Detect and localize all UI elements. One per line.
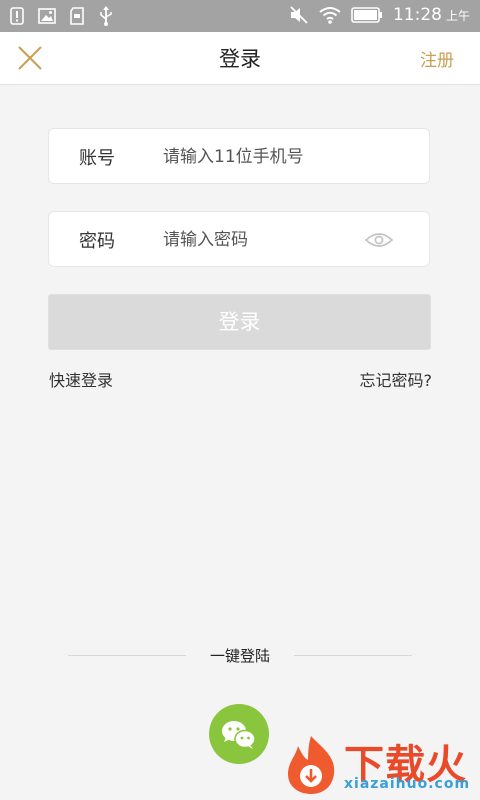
password-label: 密码 [79,231,115,252]
page-title: 登录 [219,47,261,71]
eye-icon[interactable] [365,232,393,248]
app-header: 登录 注册 [0,32,480,85]
status-bar-right: 11:28 上午 [289,5,470,25]
password-input[interactable] [161,222,365,258]
account-input[interactable] [161,139,365,175]
wechat-icon [222,721,256,749]
battery-icon [351,7,382,23]
flame-logo-icon [288,736,335,794]
register-link[interactable]: 注册 [420,46,454,71]
status-bar-left [10,6,114,26]
watermark: 下载火 xiazaihuo.com [282,734,478,796]
mute-icon [290,6,308,24]
watermark-url: xiazaihuo.com [344,776,471,792]
sim-alert-icon [10,7,24,25]
usb-icon [100,6,112,26]
account-field: 账号 [48,128,430,184]
forgot-password-link[interactable]: 忘记密码? [360,367,433,391]
one-key-login-label: 一键登陆 [209,647,270,665]
quick-login-link[interactable]: 快速登录 [49,367,113,391]
status-ampm: 上午 [445,8,470,23]
password-field: 密码 [48,211,430,267]
login-button[interactable]: 登录 [48,294,431,350]
wifi-icon [319,7,341,24]
status-time: 11:28 [392,5,442,25]
status-bar: 11:28 上午 [0,0,480,32]
sd-card-icon [70,7,84,25]
account-label: 账号 [79,148,115,169]
wechat-login-button[interactable] [209,704,269,764]
image-icon [38,8,56,24]
